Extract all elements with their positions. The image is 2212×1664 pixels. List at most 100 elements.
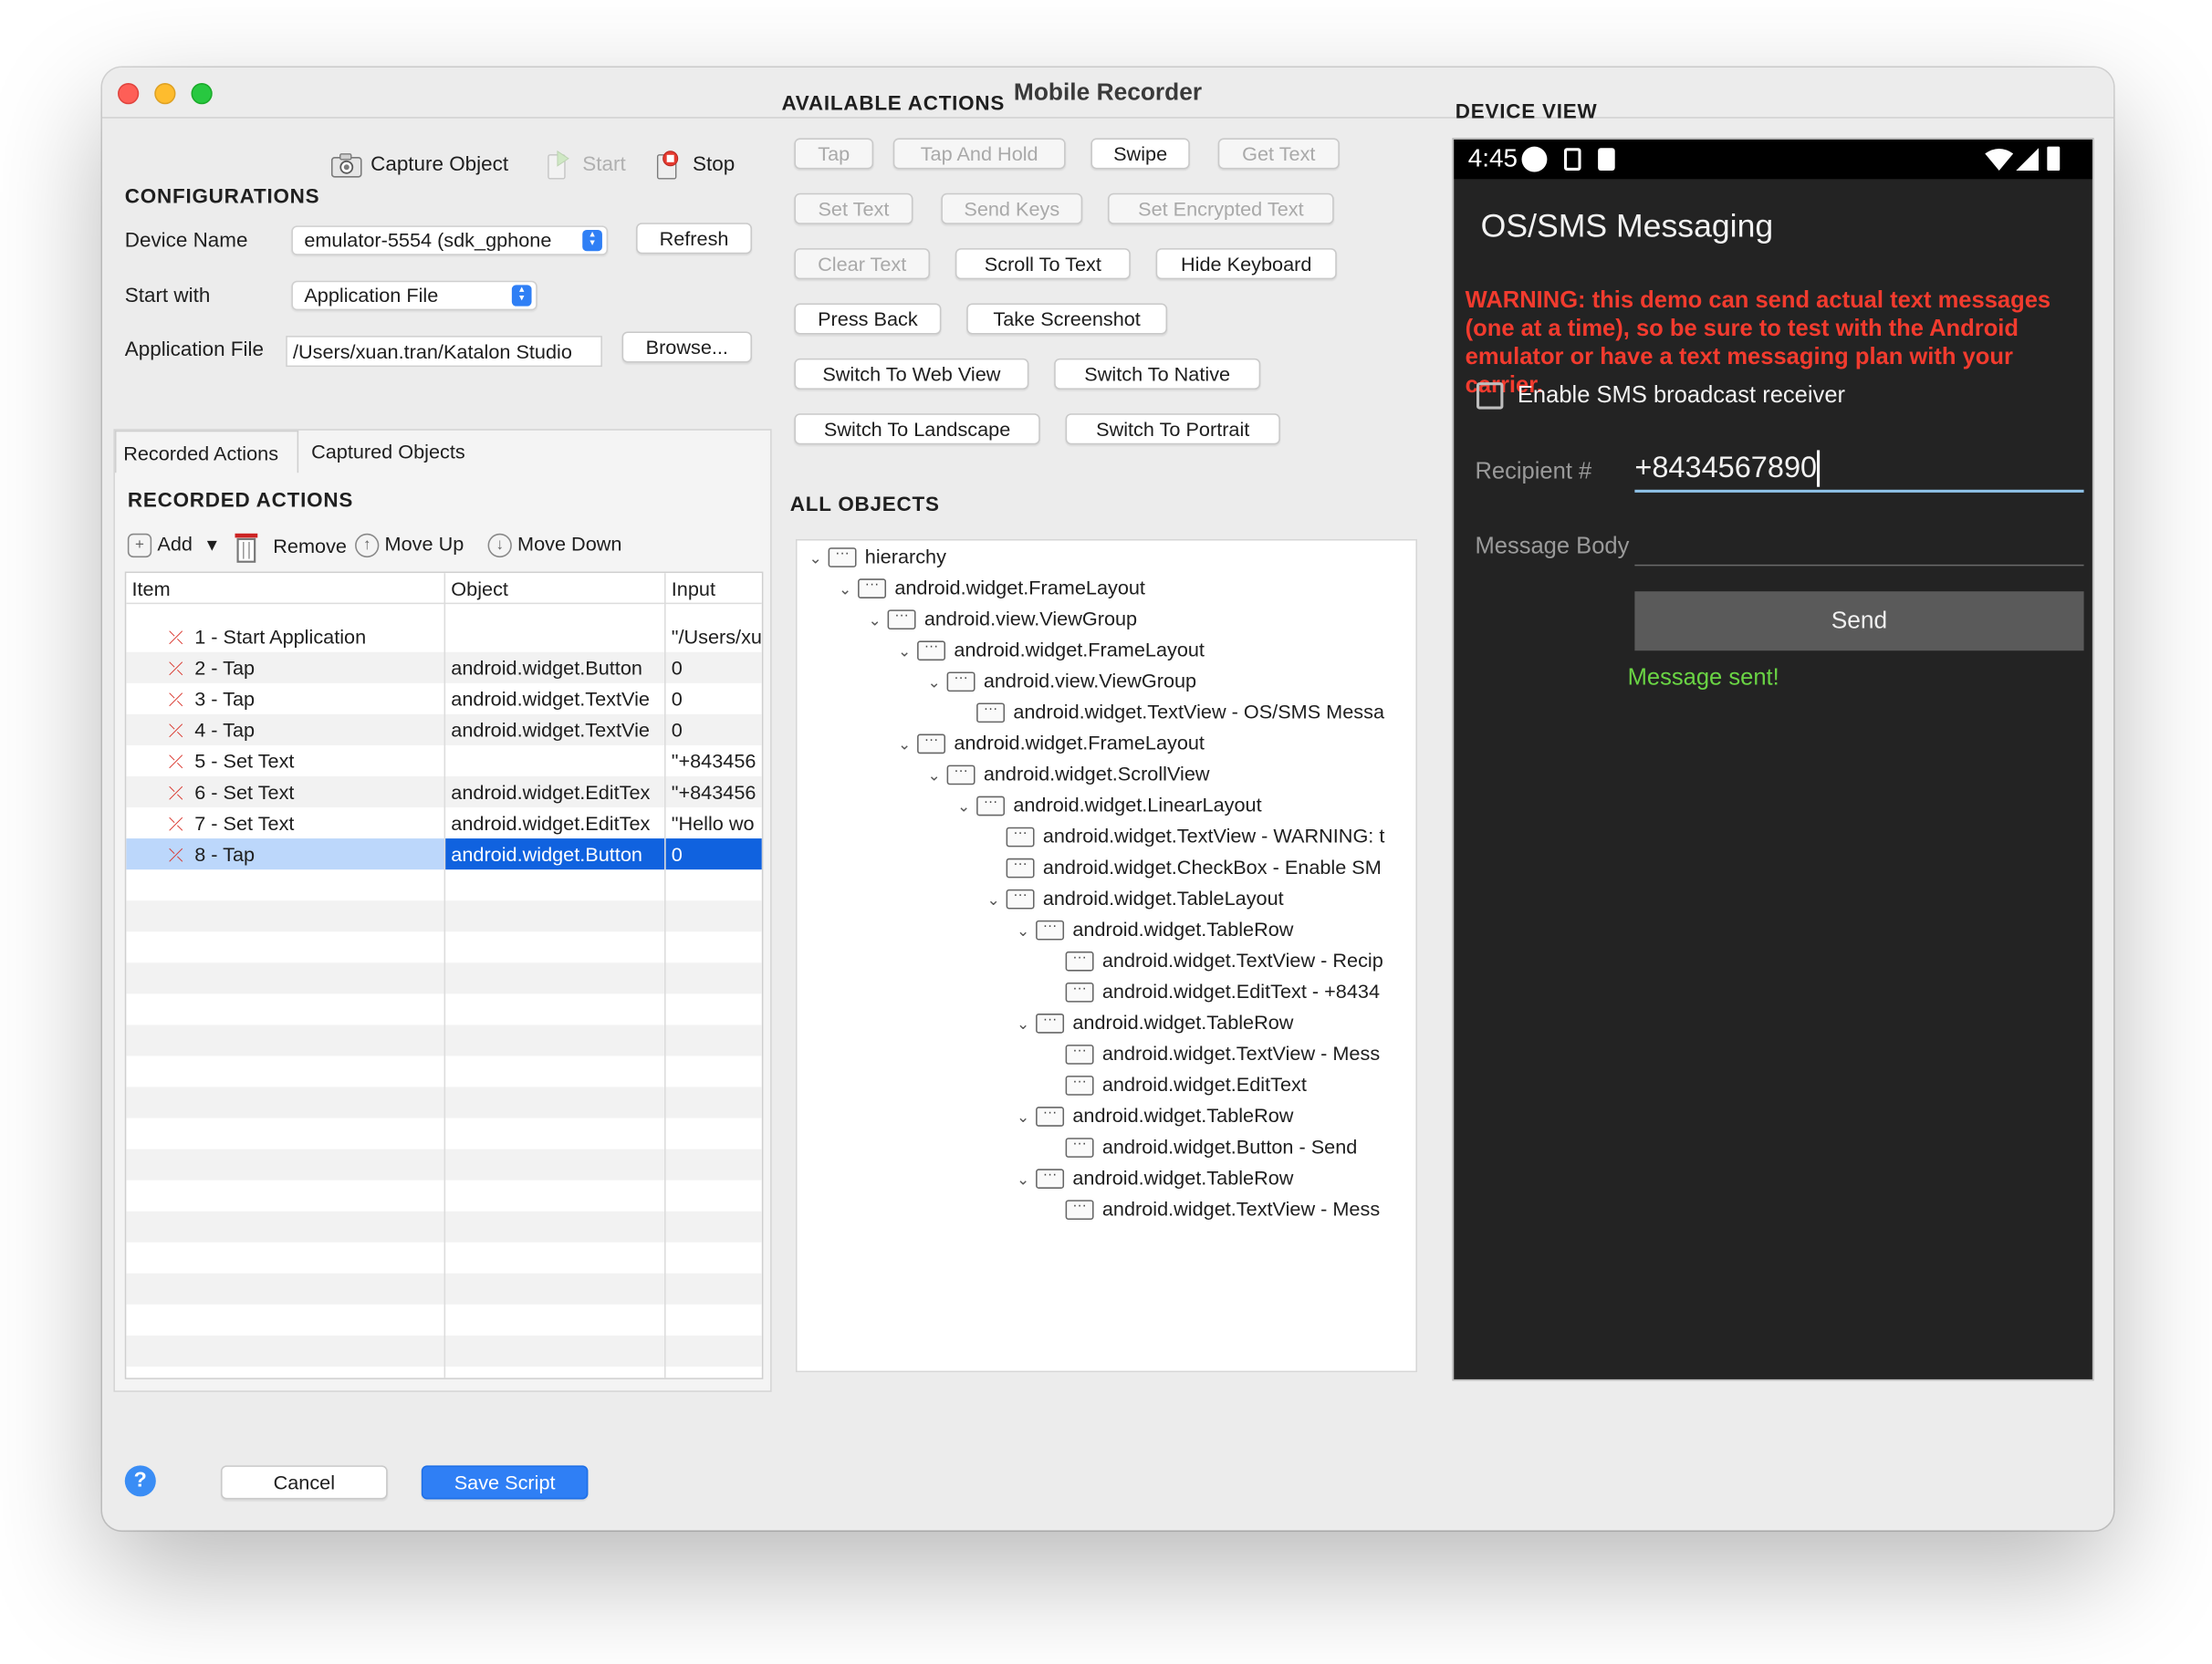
chevron-down-icon[interactable]: ⌄ <box>981 885 1007 916</box>
cell-text: 2 - Tap <box>194 656 256 680</box>
application-file-input[interactable]: /Users/xuan.tran/Katalon Studio <box>286 336 602 368</box>
tab-recorded-actions[interactable]: Recorded Actions <box>114 430 299 473</box>
column-header-input[interactable]: Input <box>666 573 715 604</box>
enable-sms-checkbox[interactable] <box>1476 382 1504 410</box>
tree-node[interactable]: ⌄ ··· hierarchy <box>803 541 946 572</box>
browse-button[interactable]: Browse... <box>621 331 752 363</box>
element-node-icon: ··· <box>1006 858 1035 879</box>
capture-object-button[interactable]: Capture Object <box>330 147 508 183</box>
start-with-label: Start with <box>124 285 211 308</box>
cell-text: 3 - Tap <box>194 687 256 711</box>
scroll-to-text-button[interactable]: Scroll To Text <box>955 248 1131 280</box>
switch-to-native-button[interactable]: Switch To Native <box>1054 358 1261 390</box>
tree-node[interactable]: ··· android.widget.TextView - OS/SMS Mess… <box>951 696 1384 727</box>
chevron-down-icon[interactable]: ⌄ <box>951 792 976 823</box>
chevron-down-icon[interactable]: ⌄ <box>922 668 947 699</box>
chevron-down-icon[interactable]: ⌄ <box>1010 1165 1036 1196</box>
set-encrypted-text-button[interactable]: Set Encrypted Text <box>1108 192 1334 224</box>
action-icon: ⤫ <box>168 844 183 866</box>
tap-and-hold-button[interactable]: Tap And Hold <box>892 138 1066 170</box>
tree-node[interactable]: ··· android.widget.CheckBox - Enable SM <box>981 851 1382 882</box>
start-button[interactable]: Start <box>543 147 626 183</box>
remove-action-button[interactable]: Remove <box>234 529 347 563</box>
tree-node[interactable]: ⌄ ··· android.widget.FrameLayout <box>892 727 1205 758</box>
chevron-down-icon[interactable]: ⌄ <box>1010 1103 1036 1134</box>
switch-to-web-view-button[interactable]: Switch To Web View <box>794 358 1029 390</box>
start-with-select[interactable]: Application File ▴ ▾ <box>291 280 537 311</box>
switch-to-portrait-button[interactable]: Switch To Portrait <box>1065 413 1280 445</box>
tree-node[interactable]: ⌄ ··· android.widget.LinearLayout <box>951 789 1262 823</box>
cell-object: android.widget.TextVie <box>445 714 665 745</box>
app-title: OS/SMS Messaging <box>1480 207 1774 244</box>
device-screen[interactable]: 4:45 OS/SMS Messaging WARNING: this demo… <box>1452 138 2094 1381</box>
tree-node[interactable]: ··· android.widget.TextView - Mess <box>1040 1193 1380 1224</box>
tree-node[interactable]: ··· android.widget.TextView - Recip <box>1040 944 1383 975</box>
tree-node-label: android.widget.EditText - +8434 <box>1101 979 1381 1003</box>
tree-node[interactable]: ··· android.widget.TextView - Mess <box>1040 1037 1380 1068</box>
tree-node[interactable]: ⌄ ··· android.widget.TableRow <box>1010 1099 1293 1130</box>
message-body-input[interactable] <box>1634 521 2084 567</box>
take-screenshot-button[interactable]: Take Screenshot <box>966 303 1168 335</box>
chevron-down-icon[interactable]: ⌄ <box>922 761 947 792</box>
tree-node[interactable]: ⌄ ··· android.widget.TableRow <box>1010 913 1293 944</box>
tree-node-label: android.widget.FrameLayout <box>954 731 1205 754</box>
tree-node-label: android.widget.FrameLayout <box>894 576 1145 598</box>
tree-node[interactable]: ⌄ ··· android.widget.TableRow <box>1010 1006 1293 1037</box>
tap-button[interactable]: Tap <box>794 138 874 170</box>
clear-text-button[interactable]: Clear Text <box>794 248 931 280</box>
cancel-button[interactable]: Cancel <box>221 1465 388 1500</box>
cell-text: 0 <box>671 687 683 711</box>
recorded-actions-table[interactable]: Item Object Input ⤫ 1 - Start Application… <box>124 571 764 1379</box>
tree-node-label: android.view.ViewGroup <box>923 607 1138 630</box>
chevron-down-icon[interactable]: ⌄ <box>892 637 917 668</box>
press-back-button[interactable]: Press Back <box>794 303 942 335</box>
device-name-select[interactable]: emulator-5554 (sdk_gphone ▴ ▾ <box>291 225 609 255</box>
tree-body: ⌄ ··· hierarchy ⌄ ··· android.widget.FrameLay… <box>798 541 1416 1371</box>
element-node-icon: ··· <box>976 702 1006 723</box>
chevron-down-icon[interactable]: ⌄ <box>803 544 829 575</box>
tree-node[interactable]: ⌄ ··· android.view.ViewGroup <box>922 665 1196 696</box>
tree-node[interactable]: ··· android.widget.EditText <box>1040 1068 1307 1099</box>
refresh-button[interactable]: Refresh <box>636 223 752 255</box>
object-hierarchy-tree[interactable]: ⌄ ··· hierarchy ⌄ ··· android.widget.FrameLay… <box>795 538 1418 1373</box>
chevron-down-icon[interactable]: ⌄ <box>832 575 858 606</box>
cell-item: ⤫ 8 - Tap <box>126 838 446 870</box>
element-node-icon: ··· <box>1065 1138 1094 1159</box>
tree-node[interactable]: ⌄ ··· android.widget.TableLayout <box>981 882 1284 913</box>
chevron-down-icon[interactable]: ⌄ <box>1010 1009 1036 1040</box>
chevron-down-icon[interactable]: ⌄ <box>1010 916 1036 947</box>
tree-node[interactable]: ⌄ ··· android.view.ViewGroup <box>862 603 1137 634</box>
tree-node[interactable]: ··· android.widget.Button - Send <box>1040 1130 1358 1161</box>
send-sms-button[interactable]: Send <box>1634 591 2084 651</box>
remove-label: Remove <box>273 534 347 557</box>
stop-button[interactable]: Stop <box>653 147 735 183</box>
tree-node-label: android.widget.Button - Send <box>1101 1135 1358 1158</box>
tree-node[interactable]: ⌄ ··· android.widget.FrameLayout <box>832 572 1145 603</box>
chevron-down-icon[interactable]: ⌄ <box>862 606 888 637</box>
set-text-button[interactable]: Set Text <box>794 192 913 224</box>
hide-keyboard-button[interactable]: Hide Keyboard <box>1155 248 1337 280</box>
column-header-item[interactable]: Item <box>126 573 171 604</box>
recipient-input[interactable]: +8434567890 <box>1634 444 2084 493</box>
tree-node[interactable]: ⌄ ··· android.widget.FrameLayout <box>892 634 1205 665</box>
tree-node[interactable]: ⌄ ··· android.widget.TableRow <box>1010 1162 1293 1193</box>
get-text-button[interactable]: Get Text <box>1217 138 1340 170</box>
save-script-button[interactable]: Save Script <box>421 1465 589 1500</box>
move-down-button[interactable]: ↓ Move Down <box>487 529 621 557</box>
chevron-down-icon[interactable]: ⌄ <box>892 730 917 761</box>
send-keys-button[interactable]: Send Keys <box>941 192 1083 224</box>
column-header-object[interactable]: Object <box>445 573 508 604</box>
swipe-button[interactable]: Swipe <box>1090 138 1190 170</box>
move-up-button[interactable]: ↑ Move Up <box>355 529 464 557</box>
cell-input: "+843456 <box>666 776 762 807</box>
tree-node[interactable]: ··· android.widget.TextView - WARNING: t <box>981 820 1384 851</box>
tab-captured-objects[interactable]: Captured Objects <box>304 431 472 473</box>
cell-text: "Hello wo <box>671 811 755 835</box>
help-button[interactable]: ? <box>124 1465 156 1497</box>
tree-node[interactable]: ··· android.widget.EditText - +8434 <box>1040 975 1380 1006</box>
switch-to-landscape-button[interactable]: Switch To Landscape <box>794 413 1040 445</box>
cell-input: 0 <box>665 838 762 870</box>
action-icon: ⤫ <box>168 813 183 835</box>
tree-node[interactable]: ⌄ ··· android.widget.ScrollView <box>922 758 1210 789</box>
add-action-button[interactable]: + Add ▼ <box>127 529 221 557</box>
